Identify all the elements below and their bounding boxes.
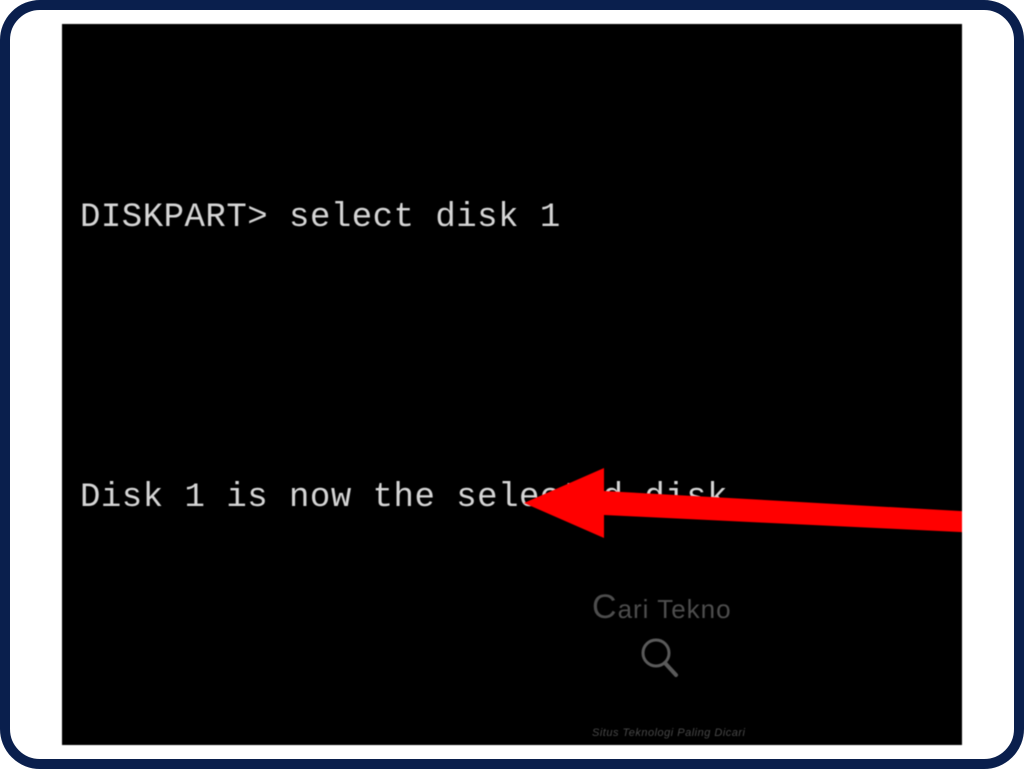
cmd-line-select-disk: DISKPART> select disk 1 xyxy=(80,194,944,243)
blank-line xyxy=(80,342,944,376)
command-select-disk: select disk 1 xyxy=(289,199,561,237)
prompt: DISKPART> xyxy=(80,199,268,237)
diskpart-terminal: DISKPART> select disk 1 Disk 1 is now th… xyxy=(62,24,962,745)
response-selected-disk: Disk 1 is now the selected disk. xyxy=(80,474,944,523)
blank-line xyxy=(80,622,944,656)
screenshot-frame: DISKPART> select disk 1 Disk 1 is now th… xyxy=(0,0,1024,769)
watermark-tagline: Situs Teknologi Paling Dicari xyxy=(592,726,746,742)
